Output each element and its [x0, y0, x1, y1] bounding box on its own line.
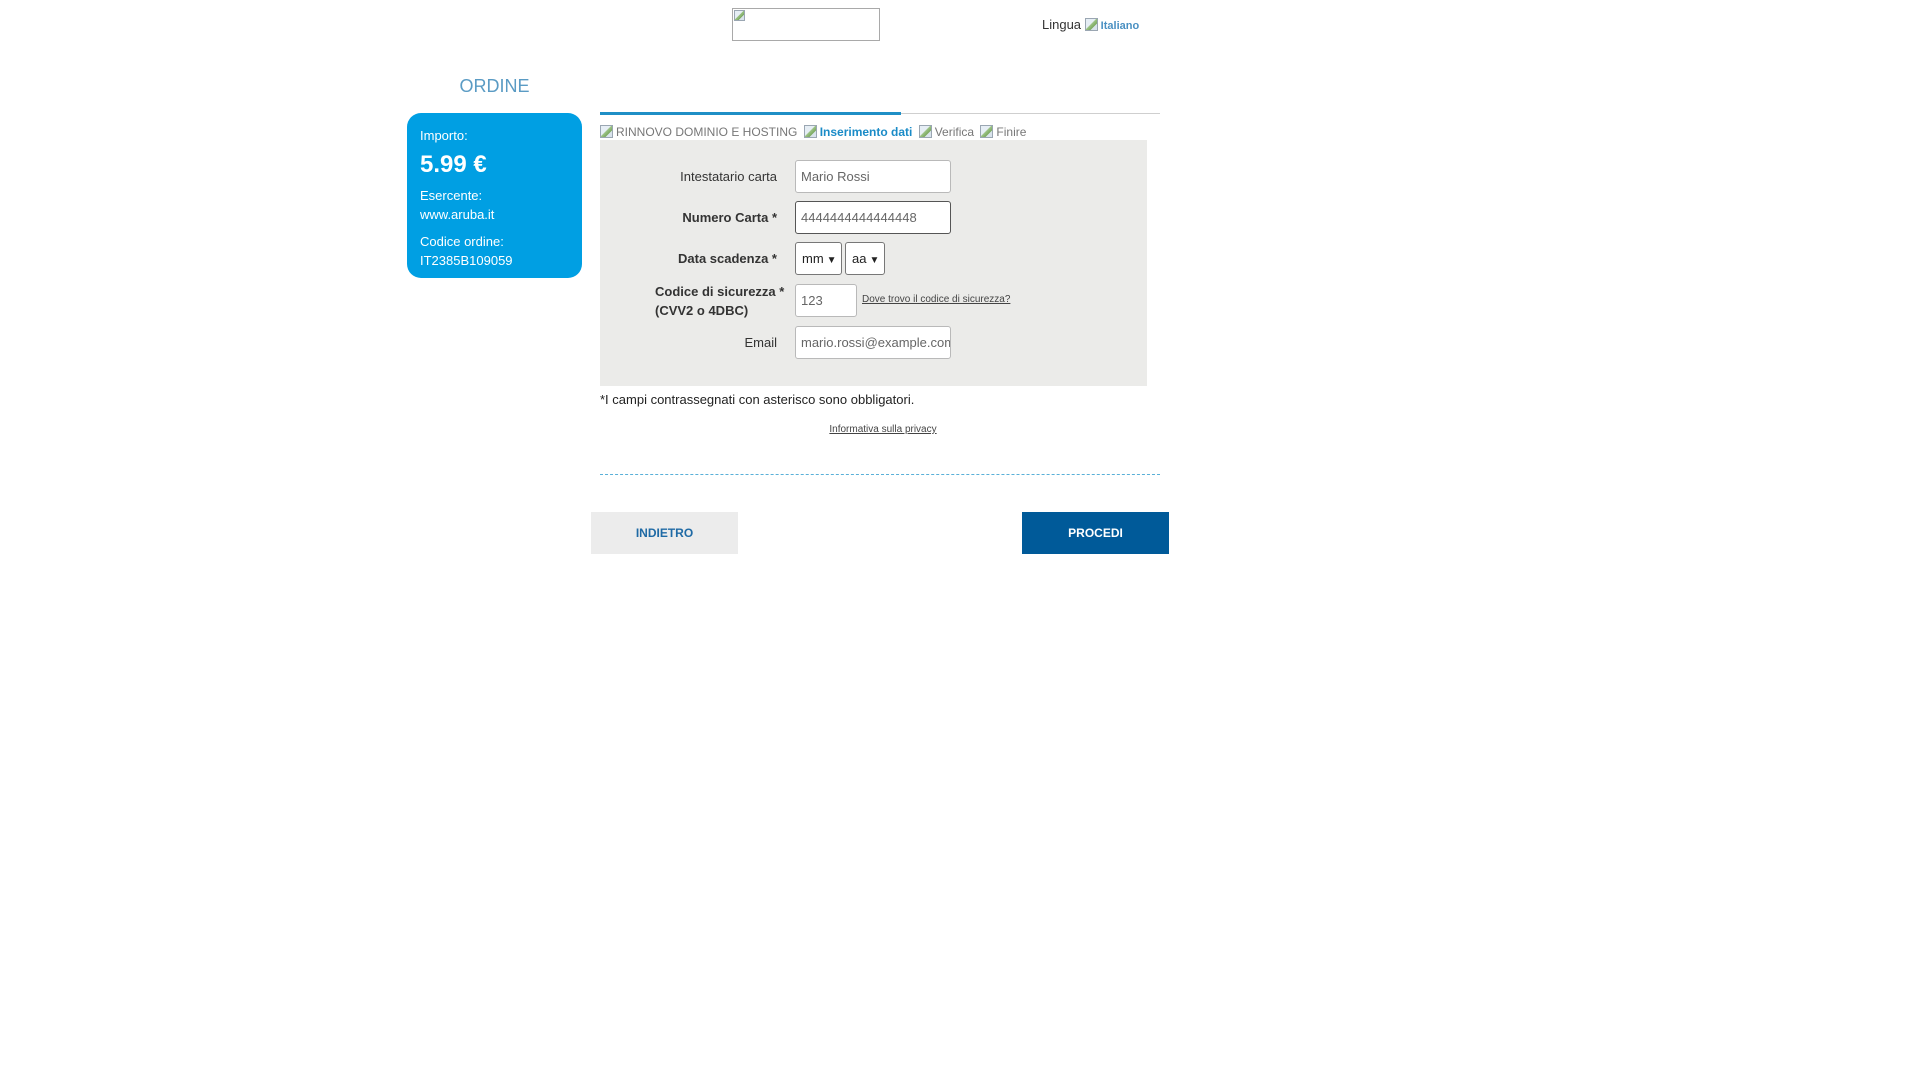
- order-code-label: Codice ordine:: [420, 234, 504, 249]
- expiry-month-select[interactable]: mm ▼: [795, 242, 842, 275]
- step-finish: Finire: [980, 125, 1026, 139]
- holder-label: Intestatario carta: [680, 169, 777, 184]
- expiry-year-select[interactable]: aa ▼: [845, 242, 885, 275]
- merchant-label: Esercente:: [420, 188, 483, 203]
- amount-value: 5.99 €: [420, 151, 487, 178]
- step-icon: [980, 125, 994, 138]
- cvv-input[interactable]: 123: [795, 284, 857, 317]
- back-button[interactable]: INDIETRO: [591, 512, 738, 554]
- amount-label: Importo:: [420, 128, 468, 143]
- step-icon: [803, 125, 817, 138]
- progress-steps: RINNOVO DOMINIO E HOSTING Inserimento da…: [600, 125, 1029, 139]
- cvv-label: Codice di sicurezza * (CVV2 o 4DBC): [655, 284, 785, 318]
- payment-form: Intestatario carta Mario Rossi Numero Ca…: [600, 140, 1147, 386]
- chevron-down-icon: ▼: [869, 255, 880, 266]
- chevron-down-icon: ▼: [826, 255, 837, 266]
- order-title: ORDINE: [459, 76, 530, 96]
- step-verify: Verifica: [918, 125, 974, 139]
- email-input[interactable]: mario.rossi@example.com: [795, 326, 951, 359]
- language-value[interactable]: Italiano: [1101, 20, 1140, 32]
- expiry-label: Data scadenza *: [678, 251, 777, 266]
- active-step-indicator: [600, 112, 901, 115]
- flag-icon: [1084, 18, 1098, 31]
- step-renewal: RINNOVO DOMINIO E HOSTING: [600, 125, 797, 139]
- card-holder-input[interactable]: Mario Rossi: [795, 160, 951, 193]
- cvv-help-link[interactable]: Dove trovo il codice di sicurezza?: [862, 294, 1010, 305]
- card-number-label: Numero Carta *: [682, 210, 777, 225]
- step-data-entry: Inserimento dati: [803, 125, 912, 139]
- email-label: Email: [744, 335, 777, 350]
- dashed-divider: [600, 474, 1160, 475]
- language-selector[interactable]: Lingua Italiano: [1042, 17, 1139, 32]
- step-icon: [600, 125, 613, 138]
- step-icon: [918, 125, 932, 138]
- language-label: Lingua: [1042, 17, 1082, 32]
- privacy-link[interactable]: Informativa sulla privacy: [600, 424, 1166, 435]
- logo-image: [732, 8, 880, 41]
- order-code-value: IT2385B109059: [420, 253, 513, 268]
- merchant-value: www.aruba.it: [420, 207, 495, 222]
- card-number-input[interactable]: 4444444444444448: [795, 201, 951, 234]
- proceed-button[interactable]: PROCEDI: [1022, 512, 1169, 554]
- order-summary-card: Importo: 5.99 € Esercente: www.aruba.it …: [407, 113, 582, 278]
- required-fields-note: *I campi contrassegnati con asterisco so…: [600, 392, 915, 407]
